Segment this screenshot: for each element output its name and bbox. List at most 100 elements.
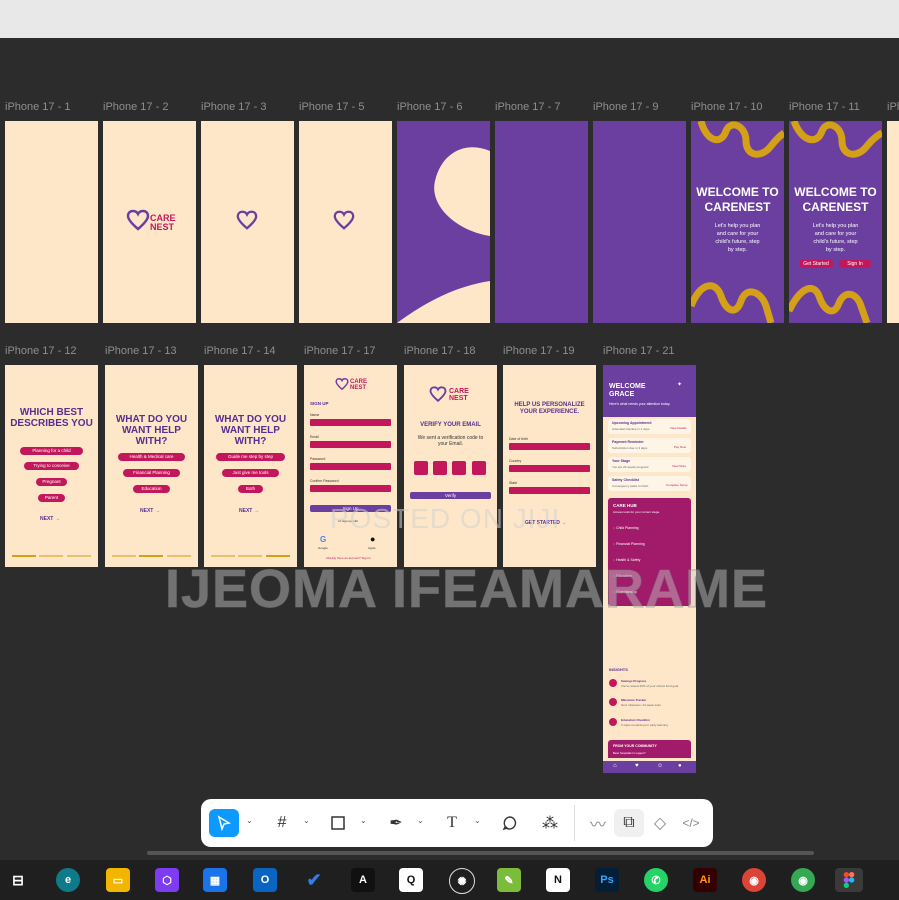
email-input[interactable]	[310, 441, 391, 448]
community-item[interactable]: Best hospitals in Lagos?	[613, 751, 646, 755]
frame-iphone-7[interactable]	[495, 121, 588, 323]
hub-item[interactable]: ◌ Child Planning	[613, 526, 639, 530]
next-button[interactable]: NEXT →	[40, 516, 60, 522]
text-tool-icon[interactable]: T	[437, 809, 467, 837]
option-pill[interactable]: Pregnant	[36, 478, 67, 486]
frame-iphone-5[interactable]	[299, 121, 392, 323]
edge-browser-icon[interactable]: e	[56, 868, 80, 892]
get-started-button[interactable]: Get Started	[799, 260, 833, 268]
frame-iphone-13[interactable]: WHAT DO YOU WANT HELP WITH? Health & Medi…	[105, 365, 198, 567]
option-pill[interactable]: Planning for a child	[20, 447, 83, 455]
option-pill[interactable]: Trying to conceive	[24, 462, 79, 470]
ai-assistant-icon[interactable]: ✺	[449, 868, 475, 894]
frame-iphone-12[interactable]: WHICH BEST DESCRIBES YOU Planning for a c…	[5, 365, 98, 567]
heart-icon[interactable]: ♥	[635, 763, 639, 769]
frame-label[interactable]: iPhone 17 - 21	[603, 345, 675, 357]
apple-icon[interactable]: ●	[370, 534, 375, 544]
frame-label[interactable]: iPhone 17 - 1	[887, 101, 899, 113]
reminder-card[interactable]: Upcoming Appointment Antenatal checkup i…	[608, 419, 691, 434]
google-icon[interactable]: G	[320, 535, 326, 544]
community-icon[interactable]: ☺	[657, 763, 663, 769]
frame-label[interactable]: iPhone 17 - 13	[105, 345, 177, 357]
chevron-down-icon[interactable]: ⌄	[246, 816, 253, 825]
frame-iphone-18[interactable]: CARE NEST VERIFY YOUR EMAIL We sent a ver…	[404, 365, 497, 567]
figma-icon[interactable]	[835, 868, 863, 892]
chevron-down-icon[interactable]: ⌄	[360, 816, 367, 825]
name-input[interactable]	[310, 419, 391, 426]
notion-icon[interactable]: N	[546, 868, 570, 892]
frame-label[interactable]: iPhone 17 - 14	[204, 345, 276, 357]
hub-item[interactable]: ◌ Financial Planning	[613, 542, 645, 546]
option-pill[interactable]: Health & Medical care	[118, 453, 185, 461]
app-hexagon-icon[interactable]: ⬡	[155, 868, 179, 892]
chrome-profile-icon[interactable]: ◉	[791, 868, 815, 892]
prototype-mode-icon[interactable]: ◇	[645, 809, 675, 837]
frame-label[interactable]: iPhone 17 - 3	[201, 101, 266, 113]
reminder-card[interactable]: Safety Checklist 3 emergency tasks to fi…	[608, 476, 691, 491]
option-pill[interactable]: Financial Planning	[123, 469, 180, 477]
confirm-password-input[interactable]	[310, 485, 391, 492]
option-pill[interactable]: Education	[133, 485, 170, 493]
sign-in-button[interactable]: Sign In	[839, 260, 871, 268]
dob-input[interactable]	[509, 443, 590, 450]
frame-iphone-6[interactable]	[397, 121, 490, 323]
verify-button[interactable]: Verify	[410, 492, 491, 499]
illustrator-icon[interactable]: Ai	[693, 868, 717, 892]
otp-box[interactable]	[414, 461, 428, 475]
todo-check-icon[interactable]: ✔	[302, 868, 326, 892]
frame-iphone-3[interactable]	[201, 121, 294, 323]
design-mode-icon[interactable]: ⧉	[614, 809, 644, 837]
frame-label[interactable]: iPhone 17 - 17	[304, 345, 376, 357]
password-input[interactable]	[310, 463, 391, 470]
comment-tool-icon[interactable]	[495, 809, 525, 837]
outlook-icon[interactable]: O	[253, 868, 277, 892]
sparkle-icon[interactable]: ✦	[677, 381, 682, 388]
frame-tool-icon[interactable]: #	[267, 809, 297, 837]
frame-label[interactable]: iPhone 17 - 2	[103, 101, 168, 113]
otp-box[interactable]	[452, 461, 466, 475]
dev-mode-icon[interactable]: </>	[676, 809, 706, 837]
chevron-down-icon[interactable]: ⌄	[474, 816, 481, 825]
option-pill[interactable]: Guide me step by step	[216, 453, 285, 461]
pen-tool-icon[interactable]: ✒	[381, 809, 411, 837]
chevron-down-icon[interactable]: ⌄	[417, 816, 424, 825]
frame-iphone-11[interactable]: WELCOME TO CARENEST Let's help you plan an…	[789, 121, 882, 323]
notes-pen-icon[interactable]: ✎	[497, 868, 521, 892]
otp-box[interactable]	[472, 461, 486, 475]
frame-label[interactable]: iPhone 17 - 10	[691, 101, 763, 113]
photoshop-icon[interactable]: Ps	[595, 868, 619, 892]
reminder-card[interactable]: Your Stage You are 24 weeks pregnant Vie…	[608, 457, 691, 472]
frame-iphone-2[interactable]: CARE NEST	[103, 121, 196, 323]
microsoft-store-icon[interactable]: ▦	[203, 868, 227, 892]
affinity-icon[interactable]: A	[351, 868, 375, 892]
frame-label[interactable]: iPhone 17 - 9	[593, 101, 658, 113]
frame-iphone-partial[interactable]	[887, 121, 899, 323]
frame-iphone-14[interactable]: WHAT DO YOU WANT HELP WITH? Guide me step…	[204, 365, 297, 567]
chrome-icon[interactable]: ◉	[742, 868, 766, 892]
components-tool-icon[interactable]: ⁂	[535, 809, 565, 837]
option-pill[interactable]: Just give me tools	[222, 469, 279, 477]
draw-mode-icon[interactable]: 〰	[583, 809, 613, 837]
next-button[interactable]: NEXT →	[140, 508, 160, 514]
next-button[interactable]: NEXT →	[239, 508, 259, 514]
rectangle-tool-icon[interactable]	[323, 809, 353, 837]
frame-label[interactable]: iPhone 17 - 19	[503, 345, 575, 357]
frame-iphone-1[interactable]	[5, 121, 98, 323]
frame-iphone-9[interactable]	[593, 121, 686, 323]
file-explorer-icon[interactable]: ▭	[106, 868, 130, 892]
frame-iphone-10[interactable]: WELCOME TO CARENEST Let's help you plan an…	[691, 121, 784, 323]
move-tool-icon[interactable]	[209, 809, 239, 837]
horizontal-scrollbar[interactable]	[147, 851, 814, 855]
frame-label[interactable]: iPhone 17 - 5	[299, 101, 364, 113]
design-canvas[interactable]: iPhone 17 - 1 iPhone 17 - 2 iPhone 17 - …	[0, 38, 899, 860]
frame-label[interactable]: iPhone 17 - 6	[397, 101, 462, 113]
option-pill[interactable]: Both	[238, 485, 263, 493]
task-view-icon[interactable]: ⊟	[6, 868, 30, 892]
frame-label[interactable]: iPhone 17 - 7	[495, 101, 560, 113]
frame-iphone-17[interactable]: CARE NEST SIGN UP Name Email Password Con…	[304, 365, 397, 567]
chevron-down-icon[interactable]: ⌄	[303, 816, 310, 825]
home-icon[interactable]: ⌂	[613, 763, 617, 769]
frame-label[interactable]: iPhone 17 - 1	[5, 101, 70, 113]
reminder-card[interactable]: Payment Reminder Subscription due in 3 d…	[608, 438, 691, 453]
frame-label[interactable]: iPhone 17 - 11	[789, 101, 860, 113]
